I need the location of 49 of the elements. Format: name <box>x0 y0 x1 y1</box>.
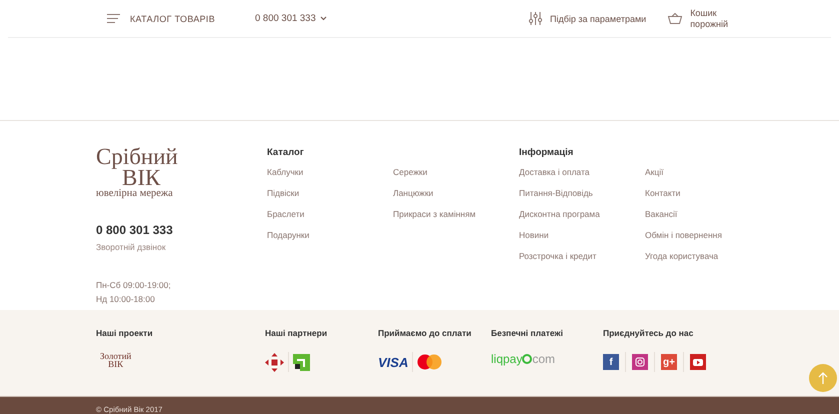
footer-link[interactable]: Обмін і повернення <box>645 230 722 240</box>
section-heading: Наші партнери <box>265 328 328 338</box>
catalog-button[interactable]: КАТАЛОГ ТОВАРІВ <box>107 14 255 24</box>
footer-link[interactable]: Подарунки <box>267 230 310 240</box>
footer-link[interactable]: Браслети <box>267 209 304 219</box>
footer-link[interactable]: Підвіски <box>267 188 300 198</box>
footer-link[interactable]: Прикраси з камінням <box>393 209 476 219</box>
section-heading: Наші проекти <box>96 328 154 338</box>
footer-link[interactable]: Вакансії <box>645 209 678 219</box>
camera-icon <box>635 357 645 367</box>
chevron-down-icon <box>320 16 327 21</box>
arrows-logo-icon[interactable] <box>265 352 284 372</box>
phone-number: 0 800 301 333 <box>96 223 174 238</box>
callback-link[interactable]: Зворотній дзвінок <box>96 242 267 252</box>
google-plus-button[interactable]: g+ <box>661 354 677 370</box>
menu-icon <box>107 14 120 23</box>
footer-link[interactable]: Сережки <box>393 167 428 177</box>
footer-link[interactable]: Розстрочка і кредит <box>519 251 596 261</box>
footer-link[interactable]: Питання-Відповідь <box>519 188 593 198</box>
footer-link[interactable]: Дисконтна програма <box>519 209 600 219</box>
visa-logo: VISA <box>378 354 408 370</box>
mastercard-icon <box>417 354 442 370</box>
section-heading: Приймаємо до сплати <box>378 328 472 338</box>
footer-link[interactable]: Угода користувача <box>645 251 718 261</box>
bank-logo-icon[interactable] <box>293 354 310 370</box>
section-heading: Приєднуйтесь до нас <box>603 328 694 338</box>
filter-link[interactable]: Підбір за параметрами <box>528 11 646 26</box>
basket-icon <box>668 13 682 24</box>
column-heading: Каталог <box>267 147 305 158</box>
footer-link[interactable]: Новини <box>519 230 549 240</box>
footer-link[interactable]: Каблучки <box>267 167 304 177</box>
liqpay-logo: liqpay com <box>491 352 556 366</box>
arrow-up-icon <box>818 372 828 384</box>
youtube-button[interactable] <box>690 354 706 370</box>
footer-link[interactable]: Доставка і оплата <box>519 167 590 177</box>
facebook-button[interactable]: f <box>603 354 619 370</box>
phone-dropdown[interactable]: 0 800 301 333 <box>255 13 327 24</box>
footer-link[interactable]: Акції <box>645 167 664 177</box>
opening-hours: Пн-Сб 09:00-19:00; Нд 10:00-18:00 <box>96 279 172 306</box>
section-heading: Безпечні платежі <box>491 328 564 338</box>
instagram-button[interactable] <box>632 354 648 370</box>
site-logo[interactable]: Срібний ВІК ювелірна мережа <box>96 147 178 200</box>
sliders-icon <box>528 11 544 26</box>
partner-logo[interactable]: Золотий ВІК <box>100 352 132 368</box>
footer-link[interactable]: Ланцюжки <box>393 188 434 198</box>
play-icon <box>693 357 703 367</box>
cart-link[interactable]: Кошик порожній <box>668 8 728 30</box>
column-heading: Інформація <box>519 147 574 158</box>
footer-link[interactable]: Контакти <box>645 188 680 198</box>
